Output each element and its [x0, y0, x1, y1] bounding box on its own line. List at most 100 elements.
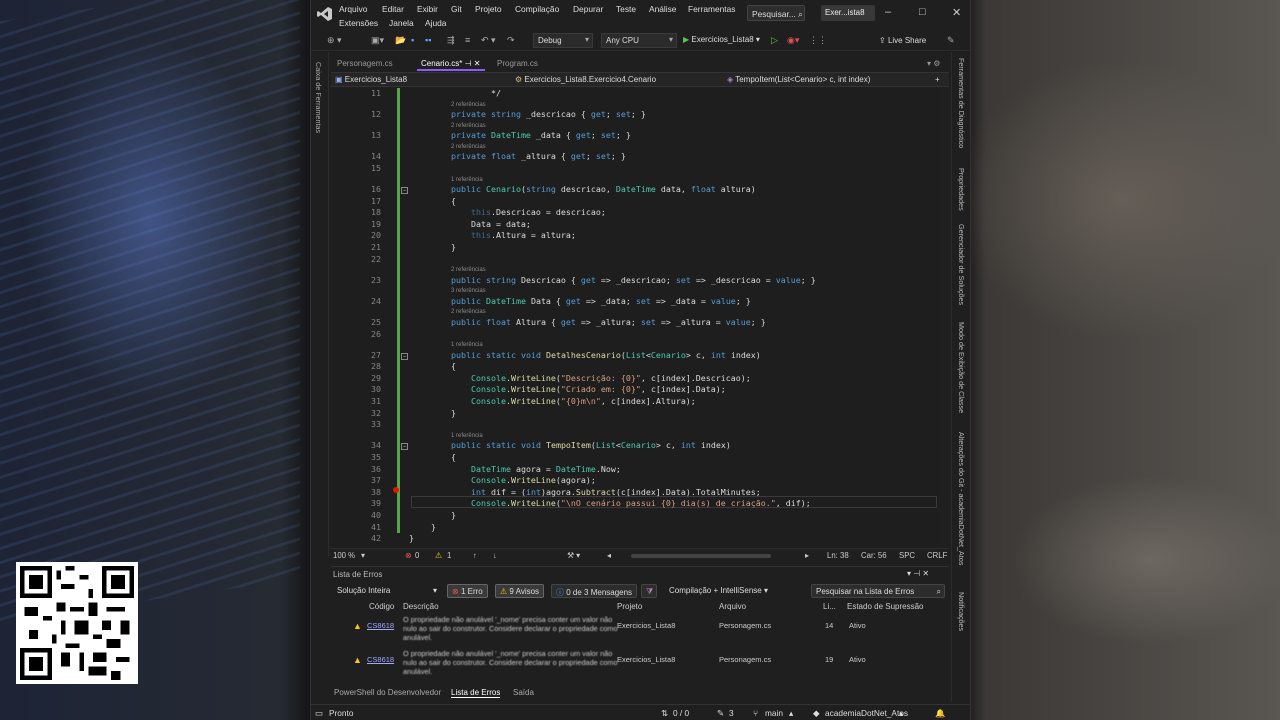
code-line[interactable]: private float _altura { get; set; }	[451, 151, 626, 161]
code-line[interactable]: Console.WriteLine("Descrição: {0}", c[in…	[451, 373, 751, 383]
collapse-icon[interactable]: −	[401, 352, 408, 360]
toolbox-tab[interactable]: Caixa de Ferramentas	[314, 62, 323, 133]
save-icon[interactable]: ▪	[411, 35, 414, 45]
menu-depurar[interactable]: Depurar	[573, 4, 603, 14]
split-icon[interactable]: +	[935, 75, 940, 84]
col-suppression[interactable]: Estado de Supressão	[847, 602, 924, 611]
error-search-input[interactable]: Pesquisar na Lista de Erros ⌕	[811, 584, 945, 598]
menu-arquivo[interactable]: Arquivo	[339, 4, 367, 14]
code-line[interactable]: }	[451, 510, 456, 520]
messages-filter[interactable]: ⓘ 0 de 3 Mensagens	[551, 584, 638, 598]
search-box[interactable]: Pesquisar... ⌕	[747, 5, 805, 21]
col-line[interactable]: Li...	[823, 602, 836, 611]
code-line[interactable]: public float Altura { get => _altura; se…	[451, 317, 766, 327]
new-project-icon[interactable]: ▣▾	[371, 35, 384, 46]
nav-member-dropdown[interactable]: ◈ TempoItem(List<Cenario> c, int index)	[727, 75, 870, 84]
tab-solution-explorer[interactable]: Gerenciador de Soluções	[957, 224, 966, 305]
format-icon[interactable]: ⇶	[447, 35, 455, 46]
menu-analise[interactable]: Análise	[649, 4, 676, 14]
code-editor[interactable]: 11 */ 2 referências 12 private string _desc…	[331, 88, 939, 546]
code-lens-hint[interactable]: 1 referência	[451, 342, 483, 348]
scope-dropdown[interactable]: Solução Inteira ▾	[333, 584, 439, 598]
code-line[interactable]: */	[451, 88, 501, 98]
col-file[interactable]: Arquivo	[719, 602, 746, 611]
undo-icon[interactable]: ↶ ▾	[481, 35, 496, 46]
tab-personagem[interactable]: Personagem.cs	[333, 57, 397, 71]
table-row[interactable]: ▲ CS8618 O propriedade não anulável '_no…	[331, 649, 941, 681]
code-line[interactable]: public static void DetalhesCenario(List<…	[451, 350, 761, 360]
repo-name[interactable]: academiaDotNet_Atos	[825, 708, 908, 718]
code-line[interactable]: }	[409, 533, 414, 543]
code-line[interactable]: public Cenario(string descricao, DateTim…	[451, 184, 756, 194]
collapse-icon[interactable]: −	[401, 443, 408, 451]
tab-class-view[interactable]: Modo de Exibição de Classe	[957, 322, 966, 413]
branch-name[interactable]: main	[765, 708, 783, 718]
zoom-level[interactable]: 100 %	[333, 551, 355, 560]
close-icon[interactable]: ✕	[952, 6, 961, 19]
back-nav-icon[interactable]: ⊕ ▾	[327, 35, 342, 46]
code-line[interactable]: Console.WriteLine(agora);	[451, 475, 596, 485]
project-chip[interactable]: Exer...ista8	[821, 5, 875, 21]
panel-menu-icon[interactable]: ▾ ⊣ ✕	[907, 569, 929, 578]
toolbar-more-icon[interactable]: ⋮⋮	[809, 35, 827, 46]
code-line[interactable]: public DateTime Data { get => _data; set…	[451, 296, 751, 306]
code-lens-hint[interactable]: 2 referências	[451, 123, 486, 129]
code-line[interactable]: Console.WriteLine("\nO cenário passui {0…	[451, 498, 811, 508]
tab-error-list[interactable]: Lista de Erros	[451, 688, 501, 698]
code-line[interactable]: }	[451, 242, 456, 252]
code-line[interactable]: public static void TempoItem(List<Cenari…	[451, 440, 731, 450]
code-line[interactable]: this.Altura = altura;	[451, 230, 576, 240]
menu-projeto[interactable]: Projeto	[475, 4, 502, 14]
nav-class-dropdown[interactable]: ⚙ Exercicios_Lista8.Exercicio4.Cenario	[515, 75, 656, 84]
comment-icon[interactable]: ≡	[465, 35, 470, 45]
code-line[interactable]: private DateTime _data { get; set; }	[451, 130, 631, 140]
maximize-icon[interactable]: □	[919, 6, 926, 18]
errors-filter[interactable]: ⊗ 1 Erro	[447, 584, 488, 598]
tab-list-icon[interactable]: ▾ ⚙	[923, 57, 944, 71]
scroll-right-icon[interactable]: ▸	[805, 551, 809, 560]
error-code-link[interactable]: CS8618	[367, 621, 394, 630]
code-lens-hint[interactable]: 1 referência	[451, 177, 483, 183]
platform-dropdown[interactable]: Any CPU ▾	[601, 33, 677, 48]
indent-mode[interactable]: SPC	[899, 551, 915, 560]
next-issue-icon[interactable]: ↓	[493, 551, 497, 560]
menu-editar[interactable]: Editar	[382, 4, 404, 14]
menu-compilacao[interactable]: Compilação	[515, 4, 559, 14]
line-ending[interactable]: CRLF	[927, 551, 947, 560]
menu-janela[interactable]: Janela	[389, 18, 414, 28]
tab-program[interactable]: Program.cs	[493, 57, 542, 71]
filter-icon[interactable]: ⧩	[641, 584, 657, 598]
menu-exibir[interactable]: Exibir	[417, 4, 438, 14]
pending-changes[interactable]: 3	[729, 708, 734, 718]
build-filter-dropdown[interactable]: Compilação + IntelliSense ▾	[665, 584, 773, 598]
code-line[interactable]: Console.WriteLine("{0}m\n", c[index].Alt…	[451, 396, 696, 406]
feedback-icon[interactable]: ✎	[947, 35, 955, 46]
tab-notifications[interactable]: Notificações	[957, 592, 966, 631]
menu-git[interactable]: Git	[451, 4, 462, 14]
code-lens-hint[interactable]: 2 referências	[451, 309, 486, 315]
notification-icon[interactable]: 🔔	[935, 708, 945, 719]
code-line[interactable]: {	[451, 452, 456, 462]
collapse-icon[interactable]: −	[401, 187, 408, 194]
col-project[interactable]: Projeto	[617, 602, 642, 611]
code-line[interactable]: this.Descricao = descricao;	[451, 207, 606, 217]
tab-git-changes[interactable]: Alterações do Git - academiaDotNet_Atos	[957, 432, 966, 565]
live-share-button[interactable]: ⇪ Live Share	[879, 36, 926, 45]
error-count[interactable]: 0	[415, 551, 419, 560]
code-line[interactable]: public string Descricao { get => _descri…	[451, 275, 816, 285]
tab-cenario[interactable]: Cenario.cs* ⊣ ✕	[417, 57, 485, 71]
error-code-link[interactable]: CS8618	[367, 655, 394, 664]
menu-extensoes[interactable]: Extensões	[339, 18, 378, 28]
code-line[interactable]: {	[451, 196, 456, 206]
code-line[interactable]: Console.WriteLine("Criado em: {0}", c[in…	[451, 384, 726, 394]
code-line[interactable]: int dif = (int)agora.Subtract(c[index].D…	[451, 487, 761, 497]
menu-ajuda[interactable]: Ajuda	[425, 18, 446, 28]
minimize-icon[interactable]: –	[885, 6, 891, 18]
prev-issue-icon[interactable]: ↑	[473, 551, 477, 560]
code-cleanup-icon[interactable]: ⚒ ▾	[567, 551, 580, 560]
code-lens-hint[interactable]: 3 referências	[451, 288, 486, 294]
breakpoint-icon[interactable]	[393, 487, 399, 493]
table-row[interactable]: ▲ CS8618 O propriedade não anulável '_no…	[331, 615, 941, 647]
tab-powershell[interactable]: PowerShell do Desenvolvedor	[334, 688, 441, 697]
col-description[interactable]: Descrição	[403, 602, 439, 611]
